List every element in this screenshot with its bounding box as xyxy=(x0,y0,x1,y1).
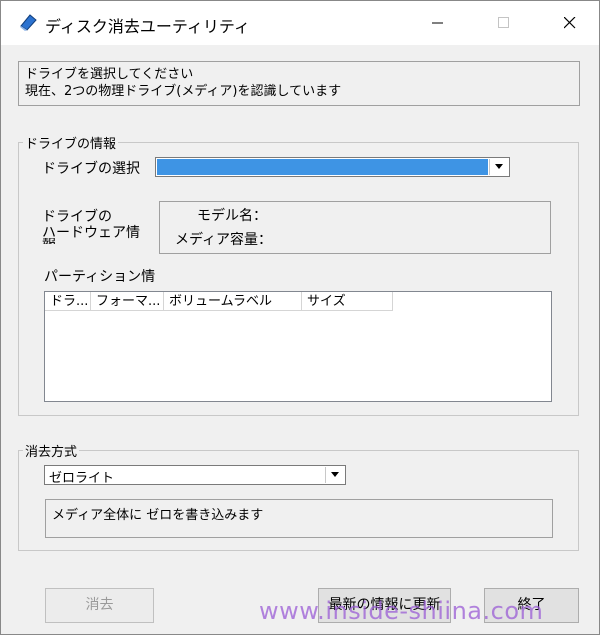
chevron-down-icon xyxy=(495,164,503,169)
window-title: ディスク消去ユーティリティ xyxy=(45,17,250,36)
erase-method-legend: 消去方式 xyxy=(25,445,78,460)
hardware-info-label-line2: ハードウェア情 xyxy=(42,225,140,241)
chevron-down-icon xyxy=(331,472,339,477)
minimize-button[interactable] xyxy=(415,1,461,45)
erase-method-description-box: メディア全体に ゼロを書き込みます xyxy=(45,499,553,538)
disk-eraser-app-icon xyxy=(20,14,37,31)
hardware-info-label-line3: 報 xyxy=(42,238,56,244)
hardware-info-box: モデル名： メディア容量： xyxy=(159,201,551,254)
drive-select-label: ドライブの選択 xyxy=(42,161,140,177)
erase-method-dropdown[interactable]: ゼロライト xyxy=(44,465,346,486)
close-button[interactable] xyxy=(547,1,593,45)
status-message-line-2: 現在、2つの物理ドライブ(メディア)を認識しています xyxy=(25,84,342,99)
partition-list-header: ドラ... フォーマ... ボリュームラベル サイズ xyxy=(45,292,551,312)
erase-button[interactable]: 消去 xyxy=(45,588,154,623)
drive-select-highlight xyxy=(157,159,488,175)
method-dropdown-arrow[interactable] xyxy=(325,467,344,483)
column-header-format[interactable]: フォーマ... xyxy=(91,292,164,311)
erase-method-description: メディア全体に ゼロを書き込みます xyxy=(52,508,264,523)
column-header-drive[interactable]: ドラ... xyxy=(45,292,91,311)
maximize-button[interactable] xyxy=(481,1,527,45)
media-capacity-label: メディア容量： xyxy=(175,232,273,248)
drive-info-legend: ドライブの情報 xyxy=(25,137,117,152)
disk-erase-window: ディスク消去ユーティリティ ドライブを選択してください 現在、2つの物理ドライブ… xyxy=(0,0,600,635)
status-message-box: ドライブを選択してください 現在、2つの物理ドライブ(メディア)を認識しています xyxy=(18,61,580,106)
erase-method-value: ゼロライト xyxy=(49,471,115,486)
partition-info-label: パーティション情 xyxy=(44,269,156,285)
column-header-size[interactable]: サイズ xyxy=(302,292,393,311)
minimize-icon xyxy=(432,22,443,24)
site-watermark: www.inside-shiina.com xyxy=(259,597,544,625)
drive-dropdown-arrow[interactable] xyxy=(489,159,508,175)
close-icon xyxy=(564,17,576,29)
column-header-volume-label[interactable]: ボリュームラベル xyxy=(164,292,302,311)
maximize-icon xyxy=(498,17,509,28)
drive-select-dropdown[interactable] xyxy=(155,157,510,177)
partition-list[interactable]: ドラ... フォーマ... ボリュームラベル サイズ xyxy=(44,291,552,402)
title-bar[interactable]: ディスク消去ユーティリティ xyxy=(1,1,599,45)
model-name-label: モデル名： xyxy=(197,208,267,224)
